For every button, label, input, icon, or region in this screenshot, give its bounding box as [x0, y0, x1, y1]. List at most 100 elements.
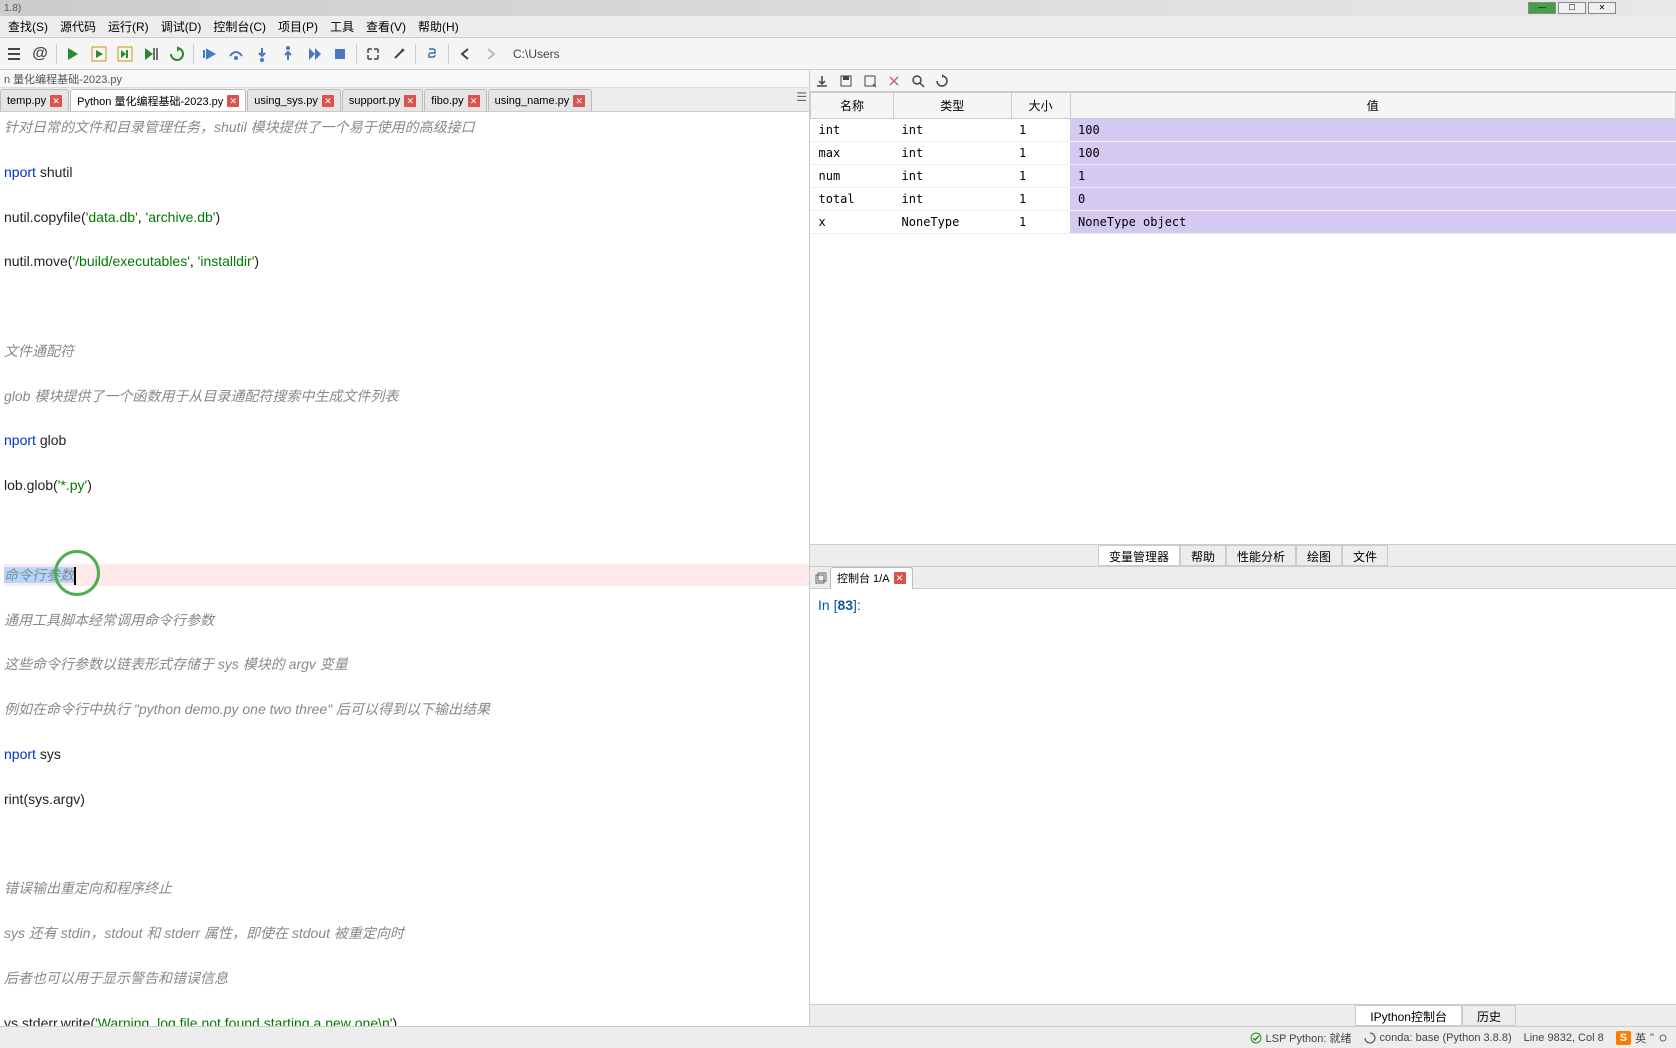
window-maximize-button[interactable]: ☐: [1558, 2, 1586, 14]
code-line[interactable]: 命令行参数: [4, 564, 809, 586]
column-header[interactable]: 类型: [894, 93, 1012, 119]
close-icon[interactable]: ✕: [468, 95, 480, 107]
code-line[interactable]: [4, 721, 809, 743]
code-line[interactable]: [4, 138, 809, 160]
run-cell-icon[interactable]: [87, 42, 111, 66]
code-line[interactable]: [4, 586, 809, 608]
code-line[interactable]: 后者也可以用于显示警告和错误信息: [4, 967, 809, 989]
variable-row[interactable]: numint11: [811, 165, 1676, 188]
python-path-icon[interactable]: [420, 42, 444, 66]
run-cell-advance-icon[interactable]: [113, 42, 137, 66]
code-line[interactable]: [4, 855, 809, 877]
code-line[interactable]: [4, 900, 809, 922]
code-line[interactable]: 例如在命令行中执行 "python demo.py one two three"…: [4, 698, 809, 720]
code-line[interactable]: nport sys: [4, 743, 809, 765]
code-line[interactable]: [4, 989, 809, 1011]
variable-row[interactable]: intint1100: [811, 119, 1676, 142]
breadcrumb[interactable]: n 量化编程基础-2023.py: [0, 70, 809, 88]
code-line[interactable]: [4, 676, 809, 698]
column-header[interactable]: 名称: [811, 93, 894, 119]
close-icon[interactable]: ✕: [894, 572, 906, 584]
close-icon[interactable]: ✕: [322, 95, 334, 107]
code-line[interactable]: [4, 765, 809, 787]
editor-tab[interactable]: Python 量化编程基础-2023.py✕: [70, 89, 246, 111]
editor-tab[interactable]: support.py✕: [342, 89, 423, 111]
editor-tab[interactable]: using_name.py✕: [488, 89, 593, 111]
at-icon[interactable]: @: [28, 42, 52, 66]
code-line[interactable]: [4, 452, 809, 474]
window-close-button[interactable]: ✕: [1588, 2, 1616, 14]
working-dir-path[interactable]: C:\Users: [513, 47, 560, 61]
ipython-console[interactable]: In [83]:: [810, 589, 1676, 1004]
code-line[interactable]: [4, 318, 809, 340]
code-line[interactable]: [4, 541, 809, 563]
column-header[interactable]: 值: [1070, 93, 1676, 119]
code-line[interactable]: [4, 833, 809, 855]
menu-item[interactable]: 查找(S): [2, 16, 54, 37]
save-icon[interactable]: [838, 73, 854, 89]
rerun-icon[interactable]: [165, 42, 189, 66]
console-type-tab[interactable]: IPython控制台: [1355, 1005, 1462, 1026]
code-line[interactable]: lob.glob('*.py'): [4, 474, 809, 496]
code-line[interactable]: [4, 295, 809, 317]
code-line[interactable]: [4, 407, 809, 429]
save-as-icon[interactable]: [862, 73, 878, 89]
close-icon[interactable]: ✕: [227, 95, 239, 107]
code-line[interactable]: [4, 362, 809, 384]
code-line[interactable]: 文件通配符: [4, 340, 809, 362]
code-line[interactable]: rint(sys.argv): [4, 788, 809, 810]
code-line[interactable]: sys 还有 stdin，stdout 和 stderr 属性，即使在 stdo…: [4, 922, 809, 944]
variable-row[interactable]: maxint1100: [811, 142, 1676, 165]
step-over-icon[interactable]: [224, 42, 248, 66]
console-restore-icon[interactable]: [812, 569, 830, 587]
menu-item[interactable]: 帮助(H): [412, 16, 465, 37]
close-icon[interactable]: ✕: [404, 95, 416, 107]
menu-item[interactable]: 查看(V): [360, 16, 412, 37]
run-icon[interactable]: [61, 42, 85, 66]
continue-icon[interactable]: [302, 42, 326, 66]
code-line[interactable]: [4, 631, 809, 653]
menu-item[interactable]: 控制台(C): [207, 16, 272, 37]
tab-options-icon[interactable]: ☰: [796, 90, 807, 104]
menu-item[interactable]: 调试(D): [155, 16, 208, 37]
column-header[interactable]: 大小: [1011, 93, 1070, 119]
code-line[interactable]: [4, 497, 809, 519]
prefs-icon[interactable]: [387, 42, 411, 66]
code-line[interactable]: [4, 228, 809, 250]
panel-tab[interactable]: 性能分析: [1226, 545, 1296, 566]
code-line[interactable]: nutil.copyfile('data.db', 'archive.db'): [4, 206, 809, 228]
code-line[interactable]: nport glob: [4, 429, 809, 451]
search-icon[interactable]: [910, 73, 926, 89]
forward-icon[interactable]: [479, 42, 503, 66]
ime-indicator[interactable]: S 英 ": [1616, 1030, 1668, 1046]
code-line[interactable]: glob 模块提供了一个函数用于从目录通配符搜索中生成文件列表: [4, 385, 809, 407]
variable-explorer[interactable]: 名称类型大小值 intint1100maxint1100numint11tota…: [810, 92, 1676, 544]
code-line[interactable]: ys.stderr.write('Warning, log file not f…: [4, 1012, 809, 1026]
code-line[interactable]: nport shutil: [4, 161, 809, 183]
maximize-pane-icon[interactable]: [361, 42, 385, 66]
code-line[interactable]: 错误输出重定向和程序终止: [4, 877, 809, 899]
console-tab[interactable]: 控制台 1/A ✕: [830, 567, 913, 589]
panel-tab[interactable]: 绘图: [1296, 545, 1342, 566]
code-line[interactable]: 针对日常的文件和目录管理任务，shutil 模块提供了一个易于使用的高级接口: [4, 116, 809, 138]
import-icon[interactable]: [814, 73, 830, 89]
refresh-icon[interactable]: [934, 73, 950, 89]
window-minimize-button[interactable]: —: [1528, 2, 1556, 14]
clear-icon[interactable]: [886, 73, 902, 89]
menu-item[interactable]: 项目(P): [272, 16, 324, 37]
code-line[interactable]: [4, 273, 809, 295]
code-line[interactable]: 这些命令行参数以链表形式存储于 sys 模块的 argv 变量: [4, 653, 809, 675]
editor-tab[interactable]: using_sys.py✕: [247, 89, 341, 111]
variable-row[interactable]: xNoneType1NoneType object: [811, 211, 1676, 234]
panel-tab[interactable]: 帮助: [1180, 545, 1226, 566]
close-icon[interactable]: ✕: [573, 95, 585, 107]
code-line[interactable]: nutil.move('/build/executables', 'instal…: [4, 250, 809, 272]
menu-item[interactable]: 运行(R): [102, 16, 155, 37]
code-line[interactable]: [4, 183, 809, 205]
step-out-icon[interactable]: [276, 42, 300, 66]
editor-tab[interactable]: temp.py✕: [0, 89, 69, 111]
conda-status[interactable]: conda: base (Python 3.8.8): [1364, 1032, 1512, 1044]
close-icon[interactable]: ✕: [50, 95, 62, 107]
code-editor[interactable]: 针对日常的文件和目录管理任务，shutil 模块提供了一个易于使用的高级接口 n…: [0, 112, 809, 1026]
debug-step-icon[interactable]: [198, 42, 222, 66]
